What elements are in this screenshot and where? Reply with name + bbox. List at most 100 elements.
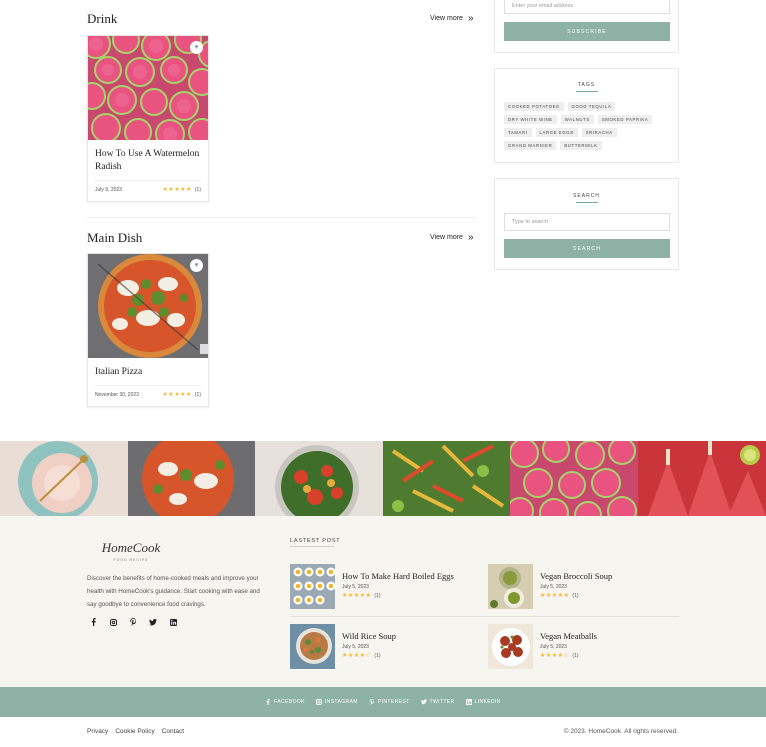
recipe-image-italian-pizza[interactable]: ♥ <box>88 254 208 358</box>
post-date: July 5, 2023 <box>540 644 567 650</box>
star-rating-icon: ★★★★★ <box>540 593 570 599</box>
view-more-drink-link[interactable]: View more » <box>430 13 474 24</box>
twitter-icon <box>420 699 427 705</box>
strip-photo-pasta-salad[interactable] <box>382 441 511 516</box>
instagram-label: INSTAGRAM <box>324 699 358 705</box>
recipe-rating: ★★★★★ (1) <box>162 391 201 398</box>
tag-cooked-potatoes[interactable]: COOKED POTATOES <box>504 102 564 111</box>
recipe-title[interactable]: How To Use A Watermelon Radish <box>88 140 208 174</box>
pinterest-link[interactable]: PINTEREST <box>369 699 410 705</box>
linkedin-icon <box>465 699 472 705</box>
instagram-photo-strip <box>0 441 766 516</box>
search-input[interactable]: Type to search <box>504 213 670 231</box>
recipe-rating: ★★★★★ (1) <box>162 186 201 193</box>
latest-post-item[interactable]: Vegan Meatballs July 5, 2023 ★★★★☆ (1) <box>488 624 597 669</box>
tag-tamari[interactable]: TAMARI <box>504 128 532 137</box>
title-underline <box>290 546 334 547</box>
logo-subtext: FOOD RECIPE <box>113 558 149 562</box>
tag-large-eggs[interactable]: LARGE EGGS <box>535 128 578 137</box>
instagram-link[interactable]: INSTAGRAM <box>315 699 358 705</box>
star-rating-icon: ★★★★★ <box>162 392 192 398</box>
post-thumbnail[interactable] <box>290 624 335 669</box>
twitter-link[interactable]: TWITTER <box>420 699 455 705</box>
tag-smoked-paprika[interactable]: SMOKED PAPRIKA <box>597 115 653 124</box>
latest-post-item[interactable]: How To Make Hard Boiled Eggs July 5, 202… <box>290 564 454 609</box>
star-rating-icon: ★★★★★ <box>162 187 192 193</box>
star-rating-icon: ★★★★☆ <box>342 653 372 659</box>
subscribe-button[interactable]: SUBSCRIBE <box>504 22 670 41</box>
search-input-placeholder: Type to search <box>512 219 549 225</box>
footer-social-icons <box>89 618 177 626</box>
facebook-link[interactable]: FACEBOOK <box>265 699 305 705</box>
post-thumbnail[interactable] <box>290 564 335 609</box>
post-title[interactable]: Wild Rice Soup <box>342 631 396 641</box>
instagram-icon[interactable] <box>109 618 117 626</box>
facebook-label: FACEBOOK <box>274 699 305 705</box>
rating-count: (1) <box>194 392 201 398</box>
star-rating-icon: ★★★★★ <box>342 593 372 599</box>
star-rating-icon: ★★★★☆ <box>540 653 570 659</box>
twitter-label: TWITTER <box>429 699 455 705</box>
recipe-title[interactable]: Italian Pizza <box>88 358 208 379</box>
tags-title: TAGS <box>577 82 596 88</box>
post-title[interactable]: How To Make Hard Boiled Eggs <box>342 571 454 581</box>
post-title[interactable]: Vegan Broccoli Soup <box>540 571 612 581</box>
recipe-card-watermelon-radish[interactable]: ♥ How To Use A Watermelon Radish July 9,… <box>87 35 209 202</box>
post-thumbnail[interactable] <box>488 624 533 669</box>
email-input[interactable]: Enter your email address <box>504 0 670 14</box>
tags-widget: TAGS COOKED POTATOES GOOD TEQUILA DRY WH… <box>494 68 679 163</box>
latest-post-item[interactable]: Vegan Broccoli Soup July 5, 2023 ★★★★★ (1… <box>488 564 612 609</box>
linkedin-icon[interactable] <box>169 618 177 626</box>
copyright-text: © 2023. HomeCook. All rights reserved. <box>563 728 678 735</box>
contact-link[interactable]: Contact <box>162 728 184 735</box>
rating-count: (1) <box>572 592 579 599</box>
linkedin-link[interactable]: LINKEDIN <box>465 699 501 705</box>
facebook-icon[interactable] <box>89 618 97 626</box>
pinterest-icon[interactable] <box>129 618 137 626</box>
footer-description: Discover the benefits of home-cooked mea… <box>87 575 260 608</box>
view-more-main-dish-link[interactable]: View more » <box>430 232 474 243</box>
section-title-drink: Drink <box>87 11 118 26</box>
footer-logo[interactable]: HomeCook FOOD RECIPE <box>101 540 161 562</box>
tag-buttermilk[interactable]: BUTTERMILK <box>560 141 602 150</box>
title-underline <box>575 91 598 92</box>
search-button[interactable]: SEARCH <box>504 239 670 258</box>
recipe-date: July 9, 2023 <box>95 186 122 193</box>
pinterest-label: PINTEREST <box>377 699 410 705</box>
view-more-label: View more <box>430 15 463 22</box>
post-thumbnail[interactable] <box>488 564 533 609</box>
recipe-date: November 30, 2023 <box>95 391 139 398</box>
search-widget: SEARCH Type to search SEARCH <box>494 178 679 270</box>
tag-grand-marnier[interactable]: GRAND MARNIER <box>504 141 557 150</box>
email-input-placeholder: Enter your email address <box>512 2 574 9</box>
post-date: July 5, 2023 <box>342 644 369 650</box>
rating-count: (1) <box>374 652 381 659</box>
privacy-link[interactable]: Privacy <box>87 728 108 735</box>
favorite-heart-icon[interactable]: ♥ <box>190 41 203 54</box>
recipe-card-italian-pizza[interactable]: ♥ Italian Pizza November 30, 2023 ★★★★★(… <box>87 253 209 407</box>
tag-dry-white-wine[interactable]: DRY WHITE WINE <box>504 115 557 124</box>
strip-photo-radish[interactable] <box>510 441 638 516</box>
post-date: July 5, 2023 <box>342 584 369 590</box>
tag-walnuts[interactable]: WALNUTS <box>560 115 594 124</box>
strip-photo-pizza[interactable] <box>127 441 256 516</box>
recipe-image-watermelon-radish[interactable]: ♥ <box>88 36 208 140</box>
cookie-policy-link[interactable]: Cookie Policy <box>115 728 154 735</box>
footer-links: Privacy Cookie Policy Contact <box>87 728 184 735</box>
twitter-icon[interactable] <box>149 618 157 626</box>
double-chevron-right-icon: » <box>467 13 474 24</box>
strip-photo-plates[interactable] <box>0 441 128 516</box>
strip-photo-watermelon-pops[interactable] <box>637 441 766 516</box>
tag-good-tequila[interactable]: GOOD TEQUILA <box>567 102 616 111</box>
section-divider <box>87 217 476 218</box>
linkedin-label: LINKEDIN <box>474 699 501 705</box>
latest-post-item[interactable]: Wild Rice Soup July 5, 2023 ★★★★☆ (1) <box>290 624 396 669</box>
facebook-icon <box>266 699 270 705</box>
favorite-heart-icon[interactable]: ♥ <box>190 259 203 272</box>
post-date: July 5, 2023 <box>540 584 567 590</box>
strip-photo-salad[interactable] <box>255 441 383 516</box>
tag-sriracha[interactable]: SRIRACHA <box>581 128 617 137</box>
social-links-bar: FACEBOOK INSTAGRAM PINTEREST TWITTER LIN… <box>0 687 766 717</box>
post-title[interactable]: Vegan Meatballs <box>540 631 597 641</box>
double-chevron-right-icon: » <box>467 232 474 243</box>
